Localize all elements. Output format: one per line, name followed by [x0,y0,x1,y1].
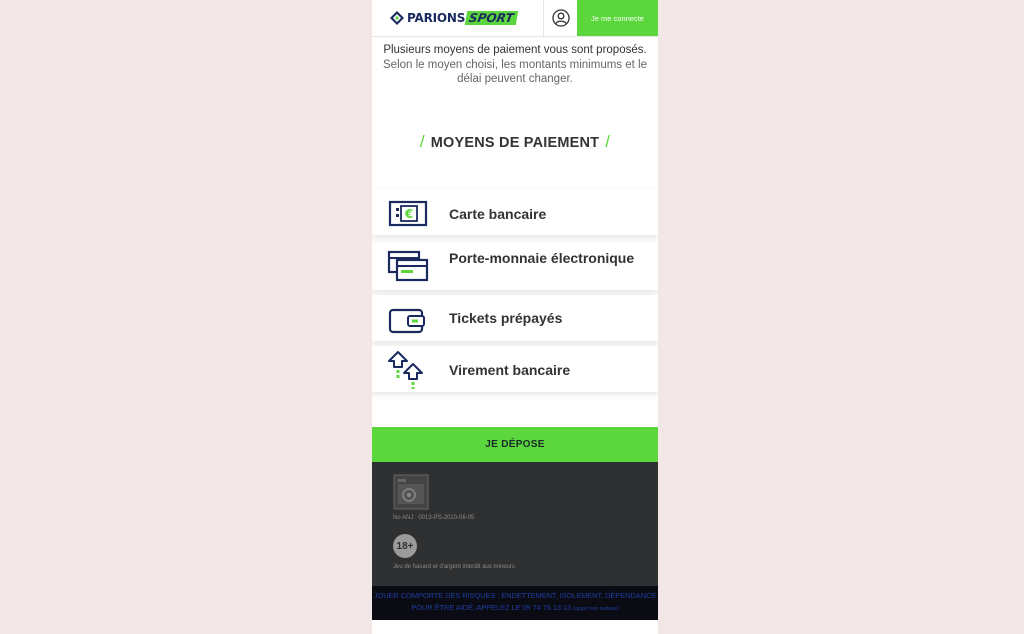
payment-method-label: Carte bancaire [449,206,547,222]
header: PARIONS SPORT Je me connecte [372,0,658,37]
helpline-text: POUR ÊTRE AIDÉ, APPELEZ LE 09 74 75 13 1… [411,603,572,612]
transfer-arrows-icon [388,351,423,389]
intro-line-2: Selon le moyen choisi, les montants mini… [383,58,647,86]
anj-number: No ANJ : 0013-PS-2010-06-05 [393,515,475,521]
payment-method-label: Tickets prépayés [449,310,563,326]
payment-method-label: Porte-monnaie électronique [449,250,635,266]
footer: No ANJ : 0013-PS-2010-06-05 18+ Jeu de h… [372,462,658,586]
intro-text: Plusieurs moyens de paiement vous sont p… [380,43,650,87]
payment-method-ewallet[interactable]: Porte-monnaie électronique [372,242,658,290]
e-wallet-cards-icon [387,250,429,282]
user-circle-icon [552,9,570,27]
intro-line-1: Plusieurs moyens de paiement vous sont p… [383,44,647,56]
title-text: MOYENS DE PAIEMENT [430,135,600,151]
brand-diamond-icon [390,11,404,25]
section-title: / MOYENS DE PAIEMENT / [372,132,658,152]
title-slash-right: / [605,132,611,151]
wallet-icon [388,308,425,334]
parions-sport-logo[interactable]: PARIONS SPORT [390,9,518,27]
warning-line-2: POUR ÊTRE AIDÉ, APPELEZ LE 09 74 75 13 1… [372,602,658,615]
brand-name-sport: SPORT [464,11,518,25]
payment-method-card[interactable]: € Carte bancaire [372,189,658,235]
payment-method-transfer[interactable]: Virement bancaire [372,346,658,392]
user-account-button[interactable] [543,0,578,36]
deposit-button[interactable]: JE DÉPOSE [372,427,658,462]
brand-name-parions: PARIONS [407,11,466,25]
mobile-page: PARIONS SPORT Je me connecte Plusieurs m… [372,0,658,634]
title-slash-left: / [419,132,425,151]
gambling-risk-warning: JOUER COMPORTE DES RISQUES : ENDETTEMENT… [372,586,658,620]
login-button[interactable]: Je me connecte [577,0,658,36]
payment-method-label: Virement bancaire [449,362,571,378]
bank-card-euro-icon: € [388,200,428,227]
minors-prohibited-text: Jeu de hasard et d'argent interdit aux m… [393,564,515,570]
helpline-note: (appel non surtaxé) [573,606,619,612]
svg-text:€: € [404,207,413,221]
anj-logo-icon [393,474,429,510]
age-18-badge: 18+ [393,534,417,558]
payment-method-tickets[interactable]: Tickets prépayés [372,295,658,341]
warning-line-1: JOUER COMPORTE DES RISQUES : ENDETTEMENT… [373,591,657,600]
